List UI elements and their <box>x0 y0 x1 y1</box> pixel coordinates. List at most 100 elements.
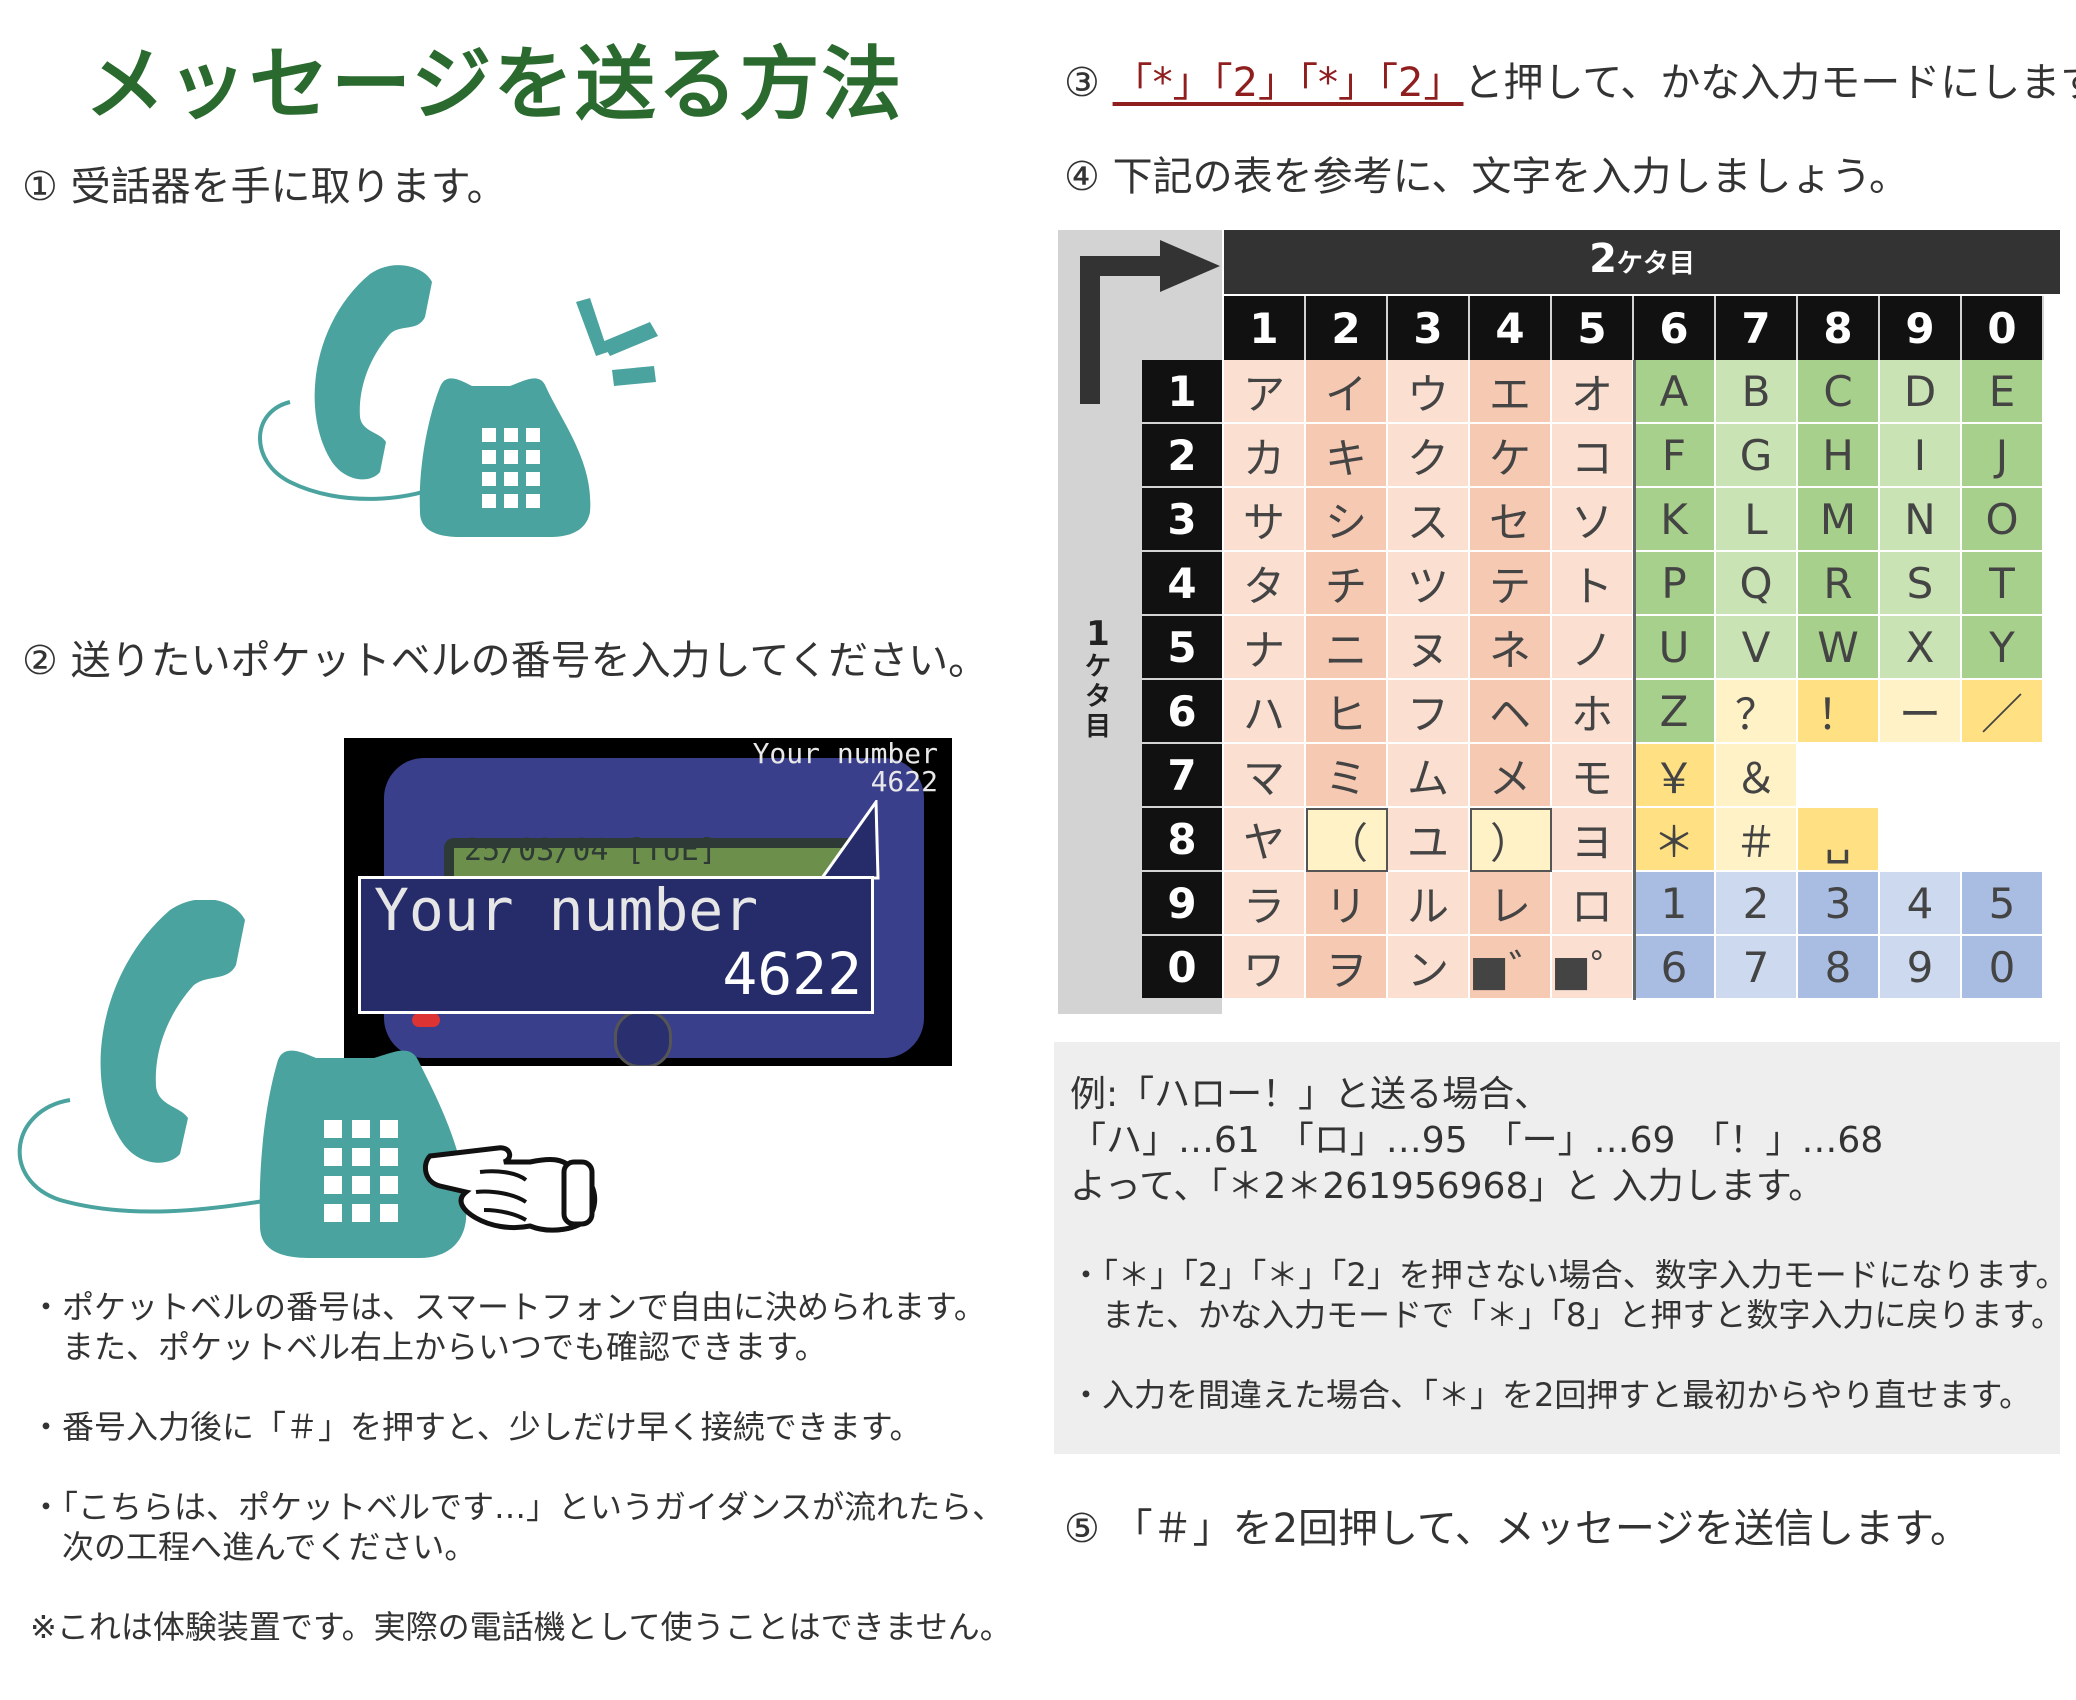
table-cell: サ <box>1224 488 1306 552</box>
column-header-7: 7 <box>1716 296 1798 360</box>
table-divider <box>1633 360 1636 1000</box>
column-header-3: 3 <box>1388 296 1470 360</box>
row-header-4: 4 <box>1142 552 1222 616</box>
col-axis-digit: 2 <box>1589 236 1617 282</box>
pager-corner-value: 4622 <box>870 765 938 798</box>
table-cell: N <box>1880 488 1962 552</box>
pager-date-text: 25/03/04 [TUE] <box>464 833 717 868</box>
table-cell: Y <box>1962 616 2044 680</box>
column-header-8: 8 <box>1798 296 1880 360</box>
example-line-2: 「ハ」…61 「ロ」…95 「ー」…69 「！」…68 <box>1070 1120 1884 1161</box>
table-cell: ） <box>1470 808 1552 872</box>
table-cell: チ <box>1306 552 1388 616</box>
row-header-7: 7 <box>1142 744 1222 808</box>
table-cell: （ <box>1306 808 1388 872</box>
table-cell <box>1962 808 2044 872</box>
column-header-0: 0 <box>1962 296 2044 360</box>
table-cell: ー <box>1880 680 1962 744</box>
step-2-text: ② 送りたいポケットベルの番号を入力してください。 <box>22 638 989 684</box>
table-cell: ￥ <box>1634 744 1716 808</box>
table-cell: ク <box>1388 424 1470 488</box>
row-header-1: 1 <box>1142 360 1222 424</box>
table-cell: O <box>1962 488 2044 552</box>
table-cell: 5 <box>1962 872 2044 936</box>
table-cell: 2 <box>1716 872 1798 936</box>
row-header-9: 9 <box>1142 872 1222 936</box>
table-cell: ム <box>1388 744 1470 808</box>
table-cell: ＊ <box>1634 808 1716 872</box>
bubble-pointer <box>820 800 880 880</box>
table-cell: セ <box>1470 488 1552 552</box>
row-header-0: 0 <box>1142 936 1222 1000</box>
table-cell: J <box>1962 424 2044 488</box>
table-cell: U <box>1634 616 1716 680</box>
column-header-5: 5 <box>1552 296 1634 360</box>
table-cell: S <box>1880 552 1962 616</box>
table-cell: M <box>1798 488 1880 552</box>
row-axis-digit: 1 <box>1086 614 1110 654</box>
table-cell: ソ <box>1552 488 1634 552</box>
table-cell: ナ <box>1224 616 1306 680</box>
row-axis-char-2: タ <box>1084 682 1111 712</box>
table-cell: X <box>1880 616 1962 680</box>
table-cell: ？ <box>1716 680 1798 744</box>
table-cell <box>1798 744 1880 808</box>
column-header-1: 1 <box>1224 296 1306 360</box>
table-cell: H <box>1798 424 1880 488</box>
table-cell: 3 <box>1798 872 1880 936</box>
table-cell: モ <box>1552 744 1634 808</box>
table-cell: L <box>1716 488 1798 552</box>
table-cell: リ <box>1306 872 1388 936</box>
table-cell: V <box>1716 616 1798 680</box>
table-cell: 9 <box>1880 936 1962 1000</box>
column-header-6: 6 <box>1634 296 1716 360</box>
table-cell: ウ <box>1388 360 1470 424</box>
note-number-set-2: また、ポケットベル右上からいつでも確認できます。 <box>30 1328 827 1366</box>
table-cell: K <box>1634 488 1716 552</box>
step-3-keys: 「*」「2」「*」「2」 <box>1112 60 1464 106</box>
row-axis-char-1: ケ <box>1084 652 1111 682</box>
table-cell: テ <box>1470 552 1552 616</box>
table-cell: ラ <box>1224 872 1306 936</box>
table-cell: P <box>1634 552 1716 616</box>
table-cell: ■゜ <box>1551 936 1634 1000</box>
table-cell: ニ <box>1306 616 1388 680</box>
table-cell <box>1880 744 1962 808</box>
table-cell: 1 <box>1634 872 1716 936</box>
note-guidance-2: 次の工程へ進んでください。 <box>30 1528 477 1566</box>
table-cell: 7 <box>1716 936 1798 1000</box>
table-cell: I <box>1880 424 1962 488</box>
step-4-text: ④ 下記の表を参考に、文字を入力しましょう。 <box>1064 154 1909 200</box>
bubble-number: 4622 <box>722 940 862 1008</box>
pager-corner-number: Your number 4622 <box>753 740 938 796</box>
table-cell: F <box>1634 424 1716 488</box>
table-cell: G <box>1716 424 1798 488</box>
row-axis-char-3: 目 <box>1084 712 1111 742</box>
table-cell: エ <box>1470 360 1552 424</box>
table-cell: ホ <box>1552 680 1634 744</box>
phone-ringing-icon <box>258 265 658 537</box>
phone-dialing-icon <box>17 900 598 1258</box>
step-3-number: ③ <box>1064 60 1100 106</box>
table-cell: タ <box>1224 552 1306 616</box>
table-cell: 4 <box>1880 872 1962 936</box>
row-header-8: 8 <box>1142 808 1222 872</box>
note-number-set-1: ・ポケットベルの番号は、スマートフォンで自由に決められます。 <box>30 1288 986 1326</box>
table-cell: T <box>1962 552 2044 616</box>
table-cell: ネ <box>1470 616 1552 680</box>
note-guidance-1: ・「こちらは、ポケットベルです…」というガイダンスが流れたら、 <box>30 1488 1005 1526</box>
note-disclaimer: ※これは体験装置です。実際の電話機として使うことはできません。 <box>30 1608 1012 1646</box>
table-cell <box>1962 744 2044 808</box>
step-1-text: ① 受話器を手に取ります。 <box>22 164 507 210</box>
table-cell: ノ <box>1552 616 1634 680</box>
table-cell: メ <box>1470 744 1552 808</box>
table-cell: 8 <box>1798 936 1880 1000</box>
column-header-9: 9 <box>1880 296 1962 360</box>
table-cell: コ <box>1552 424 1634 488</box>
table-cell: ケ <box>1470 424 1552 488</box>
table-cell: ■゛ <box>1469 936 1552 1000</box>
table-cell: ル <box>1388 872 1470 936</box>
table-cell: ハ <box>1224 680 1306 744</box>
table-cell: ヒ <box>1306 680 1388 744</box>
table-cell: レ <box>1470 872 1552 936</box>
